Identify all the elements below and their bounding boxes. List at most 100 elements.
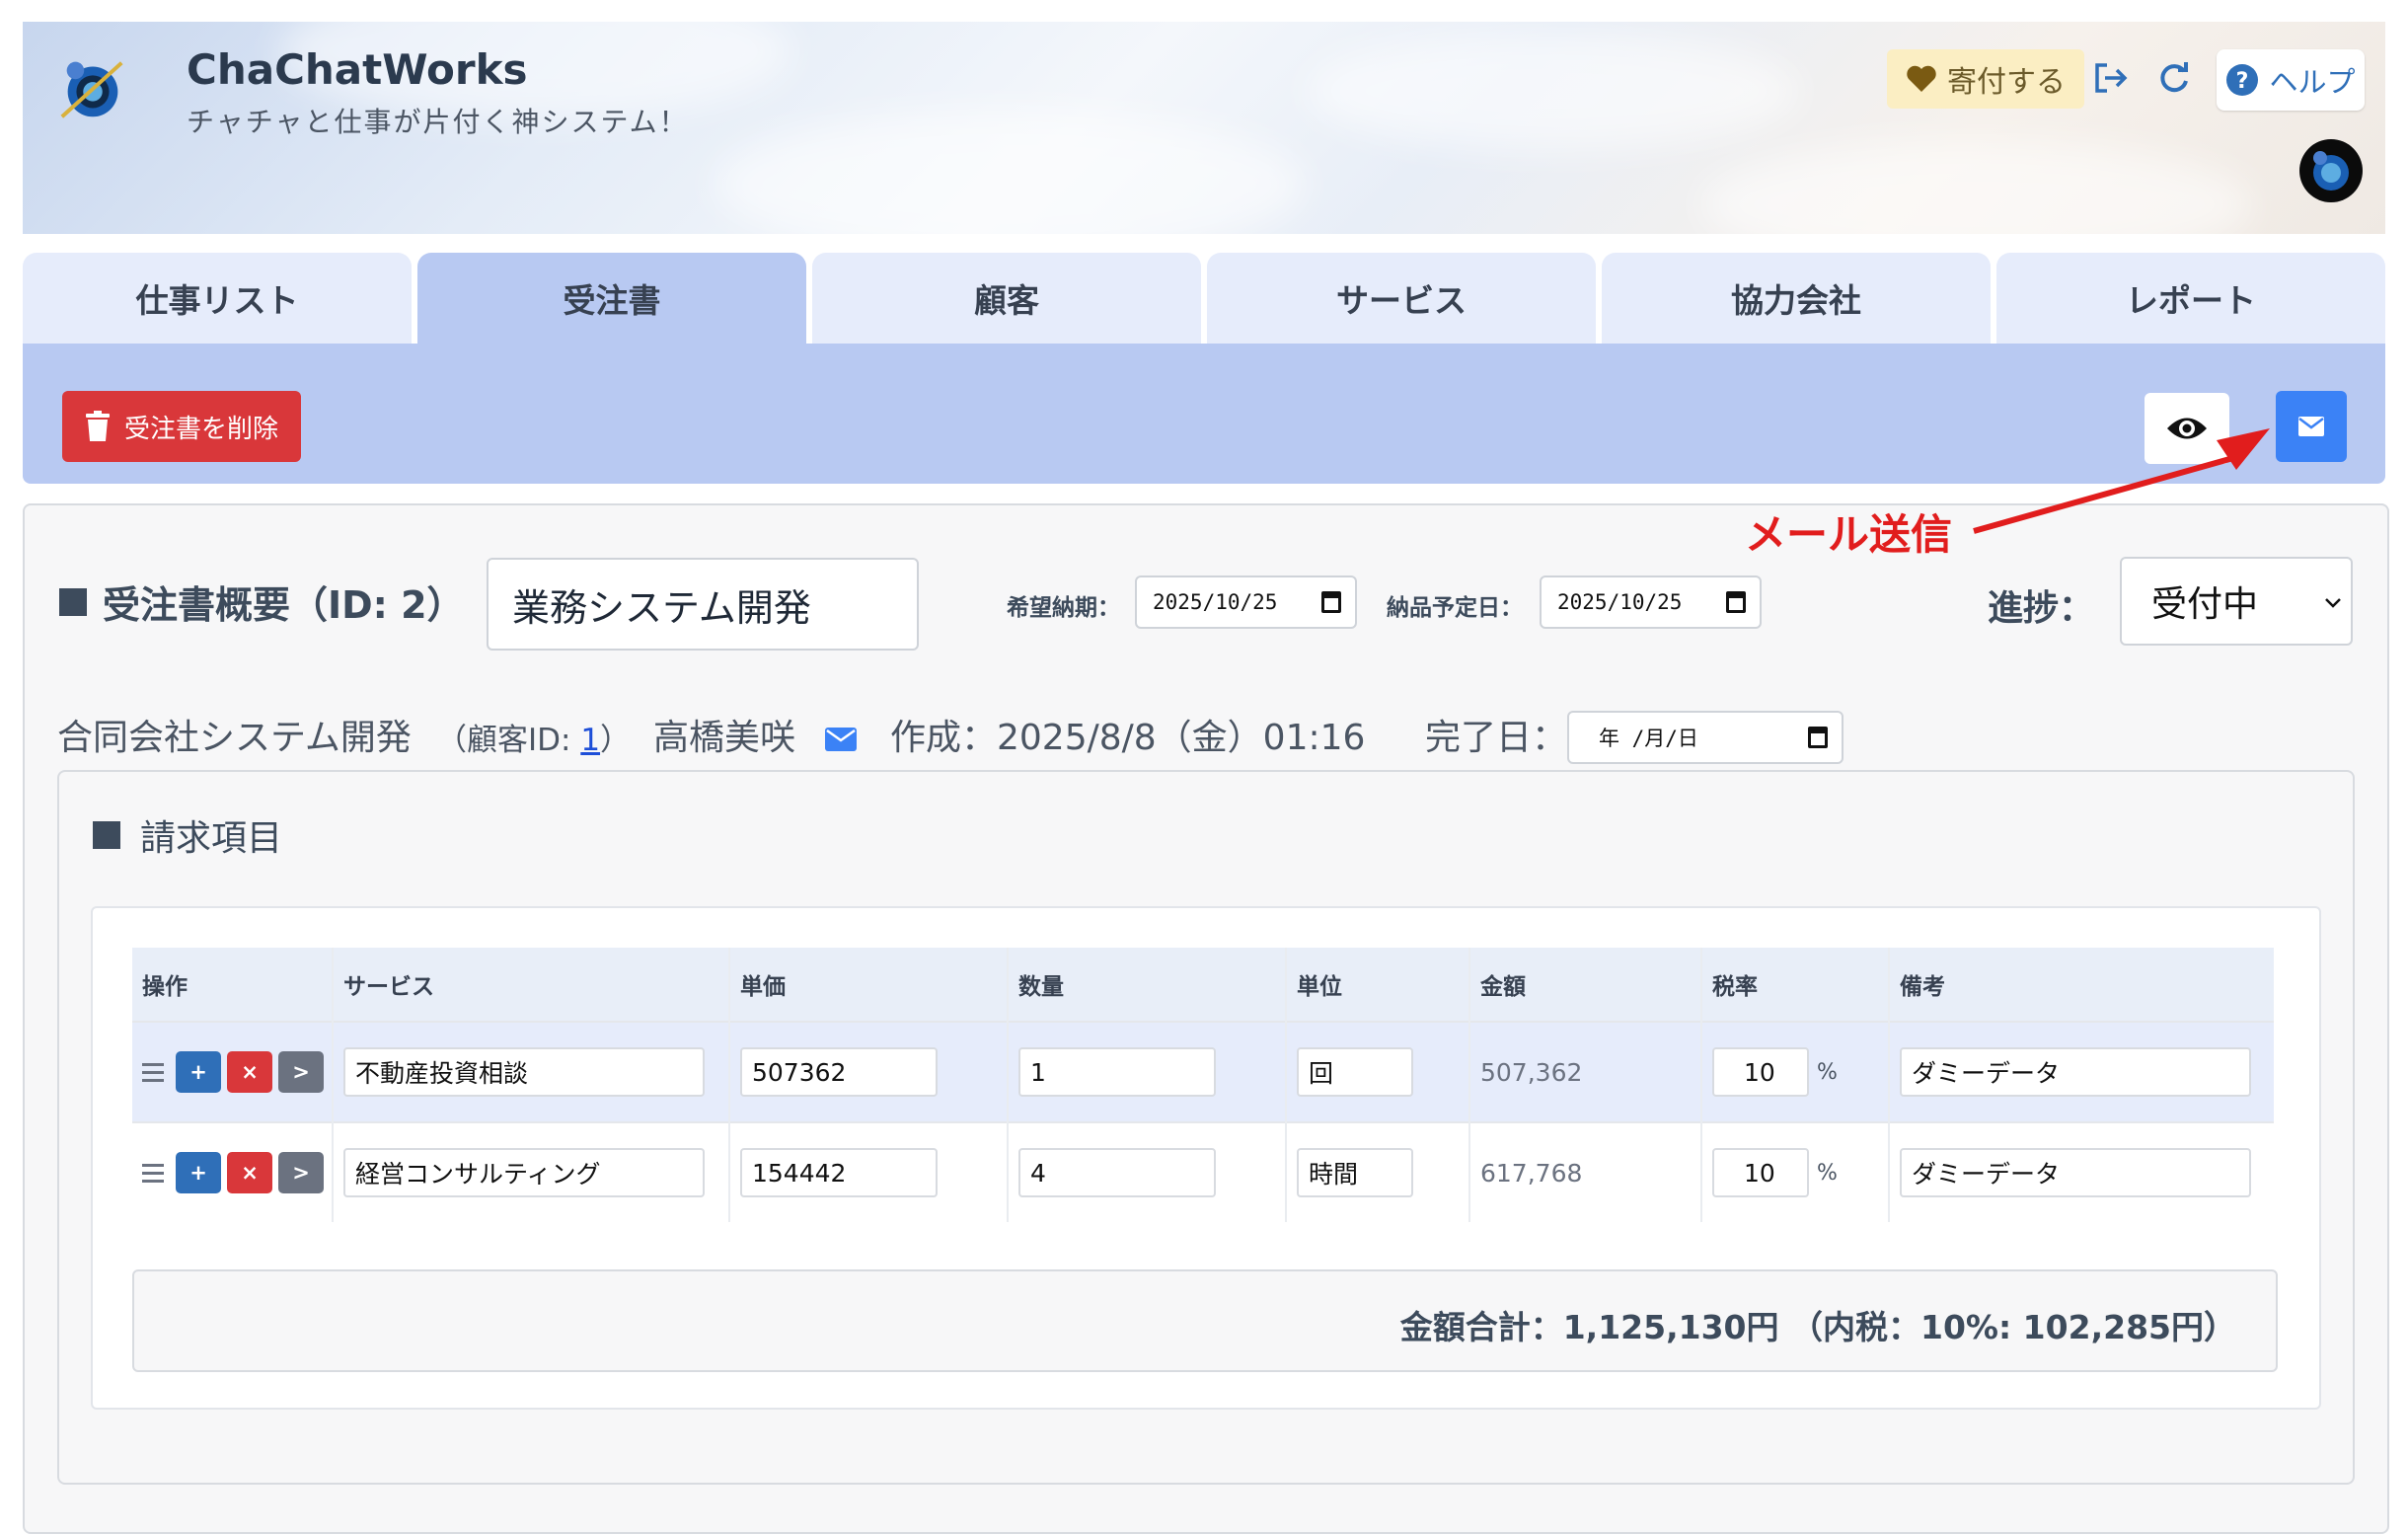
quantity-input[interactable]: 4 <box>1018 1148 1216 1197</box>
unit-input[interactable]: 回 <box>1297 1047 1413 1097</box>
total-box: 金額合計：1,125,130円 （内税：10%: 102,285円） <box>132 1269 2278 1372</box>
annotation-label: メール送信 <box>1745 510 1953 559</box>
logout-button[interactable] <box>2088 55 2134 101</box>
progress-value: 受付中 <box>2151 584 2259 625</box>
completed-date-input[interactable]: 年 /月/日 <box>1567 711 1844 764</box>
donate-button[interactable]: 寄付する <box>1887 49 2084 109</box>
delete-order-button[interactable]: 受注書を削除 <box>62 391 301 462</box>
tab-label: レポート <box>2126 281 2256 320</box>
delivery-date-label: 納品予定日： <box>1387 595 1523 621</box>
tab-work-list[interactable]: 仕事リスト <box>23 253 412 344</box>
tab-label: 顧客 <box>974 281 1039 320</box>
percent-sign: % <box>1817 1160 1838 1186</box>
tab-label: 受注書 <box>563 281 661 320</box>
app-title: ChaChatWorks <box>187 45 528 94</box>
customer-id: （顧客ID: 1） <box>436 715 631 759</box>
add-row-button[interactable]: + <box>176 1051 221 1093</box>
user-avatar[interactable] <box>2298 138 2364 203</box>
order-title-input[interactable]: 業務システム開発 <box>487 558 919 651</box>
donate-label: 寄付する <box>1947 65 2066 100</box>
order-summary-title: 受注書概要（ID: 2） <box>59 575 465 629</box>
calendar-icon <box>1808 727 1828 748</box>
progress-select[interactable]: 受付中 <box>2120 557 2353 646</box>
preview-button[interactable] <box>2145 393 2229 464</box>
svg-text:?: ? <box>2236 69 2249 94</box>
ops-cell: + × > <box>132 1121 333 1222</box>
question-icon: ? <box>2226 64 2259 96</box>
unit-input[interactable]: 時間 <box>1297 1148 1413 1197</box>
desired-date-label: 希望納期： <box>1007 595 1120 621</box>
order-toolbar: 受注書を削除 <box>23 344 2385 484</box>
delivery-date-input[interactable]: 2025/10/25 <box>1540 575 1762 629</box>
delivery-date-value: 2025/10/25 <box>1557 590 1683 614</box>
open-row-button[interactable]: > <box>278 1152 324 1193</box>
tax-rate-input[interactable]: 10 <box>1712 1047 1809 1097</box>
open-row-button[interactable]: > <box>278 1051 324 1093</box>
drag-handle-icon[interactable] <box>142 1159 164 1188</box>
column-header: 単位 <box>1285 948 1469 1022</box>
contact-name: 高橋美咲 <box>653 718 796 758</box>
desired-date-value: 2025/10/25 <box>1153 590 1278 614</box>
tab-reports[interactable]: レポート <box>1996 253 2385 344</box>
completed-date-placeholder: 年 /月/日 <box>1599 727 1698 750</box>
customer-id-suffix: ） <box>600 723 632 758</box>
customer-id-link[interactable]: 1 <box>580 723 600 758</box>
heart-icon <box>1907 65 1936 92</box>
column-header: サービス <box>332 948 729 1022</box>
refresh-icon <box>2160 62 2188 93</box>
mail-icon[interactable] <box>825 728 857 751</box>
customer-name: 合同会社システム開発 <box>57 718 412 758</box>
tab-label: サービス <box>1336 281 1467 320</box>
column-header: 数量 <box>1007 948 1286 1022</box>
desired-date-input[interactable]: 2025/10/25 <box>1135 575 1357 629</box>
column-header: 税率 <box>1700 948 1889 1022</box>
refresh-button[interactable] <box>2151 55 2197 101</box>
service-input[interactable]: 不動産投資相談 <box>343 1047 705 1097</box>
table-header-row: 操作 サービス 単価 数量 単位 金額 税率 備考 <box>132 948 2274 1022</box>
table-row: + × > 経営コンサルティング 154442 4 時間 617,768 10%… <box>132 1121 2274 1222</box>
send-mail-button[interactable] <box>2276 391 2347 462</box>
calendar-icon <box>1321 591 1341 613</box>
ops-cell: + × > <box>132 1021 333 1122</box>
app-logo <box>60 61 123 118</box>
remove-row-button[interactable]: × <box>227 1152 272 1193</box>
section-square-icon <box>59 587 87 616</box>
tab-partners[interactable]: 協力会社 <box>1602 253 1991 344</box>
progress-label: 進捗： <box>1988 588 2095 629</box>
table-row: + × > 不動産投資相談 507362 1 回 507,362 10% ダミー… <box>132 1021 2274 1122</box>
unit-price-input[interactable]: 154442 <box>740 1148 938 1197</box>
tab-label: 協力会社 <box>1731 281 1861 320</box>
main-tabs: 仕事リスト 受注書 顧客 サービス 協力会社 レポート <box>23 253 2385 344</box>
note-input[interactable]: ダミーデータ <box>1900 1047 2251 1097</box>
billing-items-table: 操作 サービス 単価 数量 単位 金額 税率 備考 + × > 不動産投資相談 … <box>132 948 2274 1222</box>
tab-order[interactable]: 受注書 <box>417 253 806 344</box>
billing-items-title: 請求項目 <box>93 809 282 861</box>
delete-order-label: 受注書を削除 <box>123 414 278 444</box>
billing-items-label: 請求項目 <box>140 818 283 859</box>
note-input[interactable]: ダミーデータ <box>1900 1148 2251 1197</box>
unit-price-input[interactable]: 507362 <box>740 1047 938 1097</box>
remove-row-button[interactable]: × <box>227 1051 272 1093</box>
logout-icon <box>2095 63 2128 93</box>
tax-rate-input[interactable]: 10 <box>1712 1148 1809 1197</box>
section-square-icon <box>93 821 120 849</box>
created-datetime: 作成：2025/8/8（金）01:16 <box>890 718 1366 758</box>
tab-services[interactable]: サービス <box>1207 253 1596 344</box>
trash-icon <box>85 411 110 441</box>
completed-label: 完了日： <box>1425 718 1568 758</box>
amount-value: 507,362 <box>1480 1057 1583 1087</box>
drag-handle-icon[interactable] <box>142 1058 164 1087</box>
chevron-down-icon <box>2325 598 2341 608</box>
quantity-input[interactable]: 1 <box>1018 1047 1216 1097</box>
total-amount: 金額合計：1,125,130円 （内税：10%: 102,285円） <box>1399 1308 2236 1346</box>
add-row-button[interactable]: + <box>176 1152 221 1193</box>
order-summary-label: 受注書概要（ID: 2） <box>103 583 465 627</box>
column-header: 金額 <box>1468 948 1701 1022</box>
service-input[interactable]: 経営コンサルティング <box>343 1148 705 1197</box>
column-header: 操作 <box>132 948 333 1022</box>
calendar-icon <box>1726 591 1746 613</box>
help-button[interactable]: ? ヘルプ <box>2217 49 2365 111</box>
customer-id-prefix: （顧客ID: <box>436 723 581 758</box>
tab-customers[interactable]: 顧客 <box>812 253 1201 344</box>
eye-icon <box>2167 418 2207 439</box>
